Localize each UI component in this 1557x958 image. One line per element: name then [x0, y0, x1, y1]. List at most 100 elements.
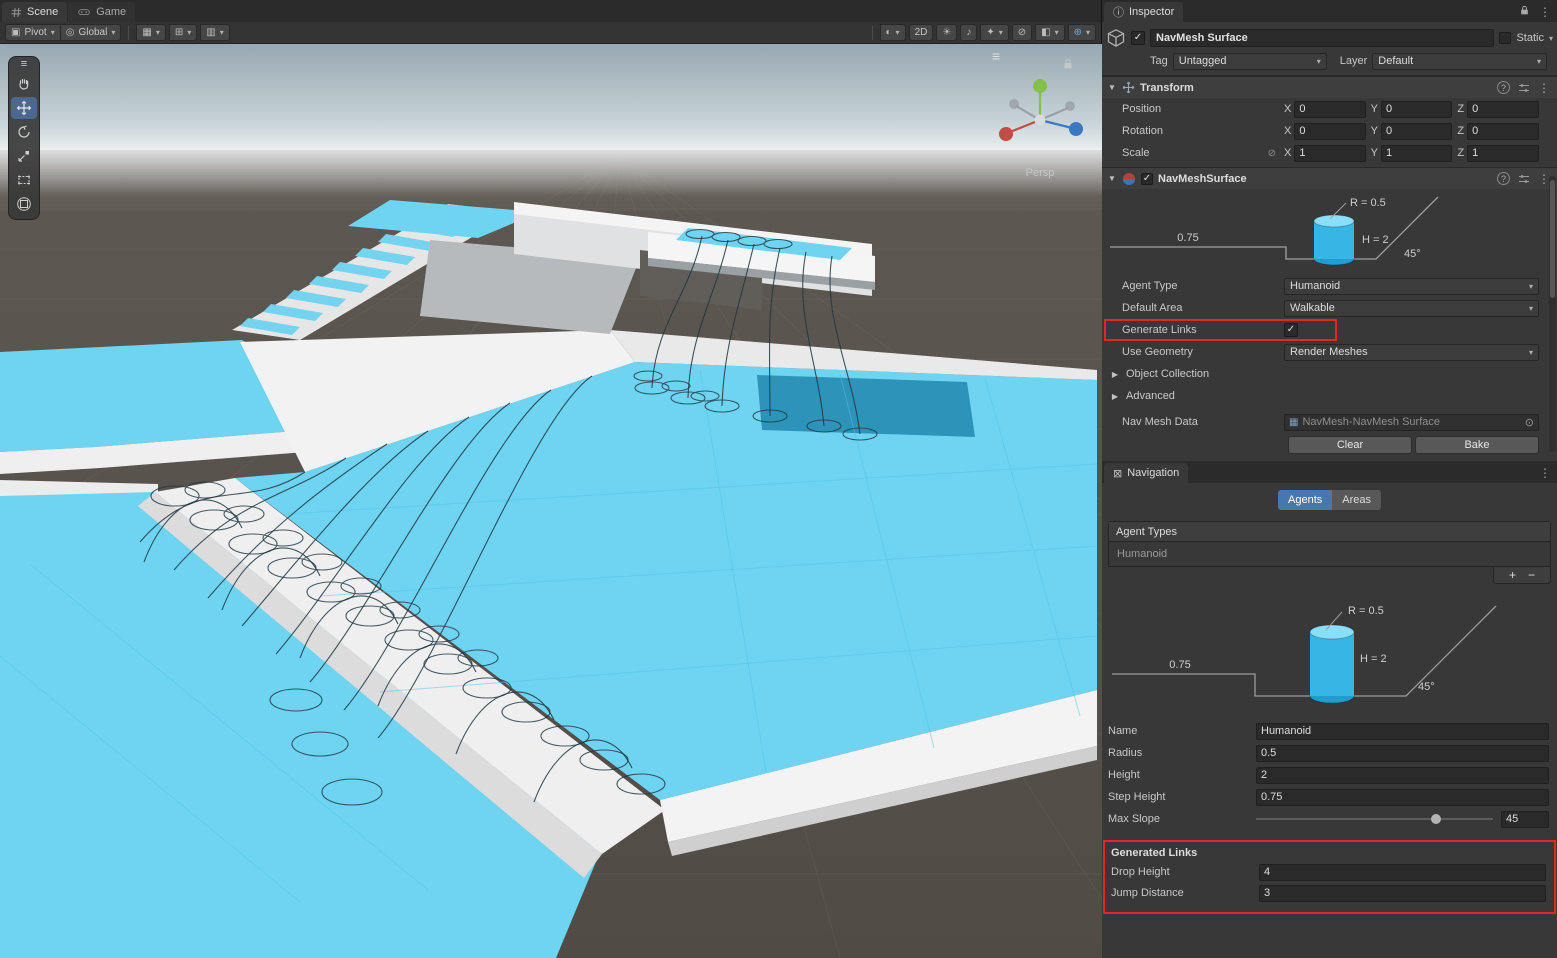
measure-tool-button[interactable]: ▥ ▾ [200, 24, 229, 41]
object-picker-icon[interactable]: ⊙ [1525, 416, 1534, 429]
scene-viewport[interactable]: ≡ ≡ [0, 44, 1102, 958]
toolbar-separator [872, 26, 873, 40]
chevron-down-icon: ▾ [999, 28, 1003, 37]
camera-overlay-button[interactable]: ◧ ▾ [1035, 24, 1064, 41]
position-y-input[interactable] [1381, 101, 1452, 118]
position-z-input[interactable] [1467, 101, 1539, 118]
grid-visibility-button[interactable]: ▦ ▾ [136, 24, 165, 41]
overlay-menu-icon[interactable]: ≡ [21, 59, 27, 72]
foldout-icon[interactable]: ▼ [1107, 174, 1117, 183]
inspector-lock-icon[interactable] [1519, 5, 1530, 19]
layer-dropdown[interactable]: Default ▾ [1372, 53, 1547, 70]
agent-name-input[interactable] [1256, 723, 1549, 740]
hidden-objects-button[interactable]: ⊘ [1012, 24, 1032, 41]
chevron-down-icon: ▾ [1524, 304, 1533, 313]
projection-label[interactable]: Persp [1026, 167, 1055, 179]
height-input[interactable] [1256, 767, 1549, 784]
navigation-menu-kebab-icon[interactable]: ⋮ [1539, 466, 1551, 480]
tag-dropdown[interactable]: Untagged ▾ [1173, 53, 1327, 70]
step-height-input[interactable] [1256, 789, 1549, 806]
scale-z-input[interactable] [1467, 145, 1539, 162]
component-menu-kebab-icon[interactable]: ⋮ [1538, 81, 1550, 95]
remove-agent-button[interactable]: − [1528, 569, 1535, 581]
agent-types-list: Agent Types Humanoid [1108, 521, 1551, 567]
snap-icon: ⊞ [175, 27, 183, 38]
add-agent-button[interactable]: + [1509, 569, 1516, 581]
advanced-foldout[interactable]: ▶ Advanced [1102, 386, 1557, 406]
tab-game[interactable]: Game [68, 2, 135, 22]
areas-tab[interactable]: Areas [1332, 490, 1381, 510]
presets-icon[interactable] [1518, 82, 1530, 94]
help-icon[interactable]: ? [1497, 172, 1510, 185]
scale-x-input[interactable] [1294, 145, 1365, 162]
constrain-proportions-icon[interactable]: ⊘ [1268, 148, 1276, 159]
orientation-gizmo[interactable]: Persp [990, 72, 1090, 184]
handle-orientation-button[interactable]: ◎ Global ▾ [61, 24, 122, 41]
clear-button[interactable]: Clear [1288, 436, 1412, 454]
scene-audio-button[interactable]: ♪ [960, 24, 977, 41]
diagram-height-label: H = 2 [1362, 234, 1389, 246]
inspector-scrollbar[interactable] [1549, 176, 1556, 452]
rotation-z-input[interactable] [1467, 123, 1539, 140]
gizmos-button[interactable]: ⊕ ▾ [1068, 24, 1096, 41]
gamepad-icon [77, 6, 91, 18]
drop-height-input[interactable] [1259, 864, 1546, 881]
help-icon[interactable]: ? [1497, 81, 1510, 94]
default-area-dropdown[interactable]: Walkable ▾ [1284, 300, 1539, 317]
max-slope-slider[interactable] [1256, 812, 1493, 826]
inspector-menu-kebab-icon[interactable]: ⋮ [1539, 5, 1551, 19]
transform-component-header[interactable]: ▼ Transform ? ⋮ [1102, 76, 1557, 98]
agent-type-item-humanoid[interactable]: Humanoid [1109, 542, 1550, 566]
static-flags-dropdown-icon[interactable]: ▾ [1549, 34, 1553, 43]
tool-hand[interactable] [11, 73, 37, 95]
tool-rotate[interactable] [11, 121, 37, 143]
gizmo-y-axis[interactable] [1033, 79, 1047, 93]
scrollbar-thumb[interactable] [1550, 180, 1555, 298]
object-collection-foldout[interactable]: ▶ Object Collection [1102, 364, 1557, 384]
tool-move[interactable] [11, 97, 37, 119]
game-tab-label: Game [96, 6, 126, 18]
rotation-x-input[interactable] [1294, 123, 1365, 140]
gizmo-z-axis[interactable] [1069, 122, 1083, 136]
foldout-icon: ▶ [1110, 370, 1120, 379]
agents-tab[interactable]: Agents [1278, 490, 1332, 510]
toggle-2d-button[interactable]: 2D [909, 24, 934, 41]
tab-inspector[interactable]: ⓘ Inspector [1104, 2, 1183, 22]
default-area-row: Default Area Walkable ▾ [1102, 298, 1557, 318]
tool-scale[interactable] [11, 145, 37, 167]
tool-transform[interactable] [11, 193, 37, 215]
scene-effects-button[interactable]: ✦ ▾ [980, 24, 1008, 41]
rotation-y-input[interactable] [1381, 123, 1452, 140]
nav-mesh-data-field[interactable]: ▦ NavMesh-NavMesh Surface ⊙ [1284, 414, 1539, 431]
static-checkbox[interactable] [1499, 32, 1511, 44]
presets-icon[interactable] [1518, 173, 1530, 185]
scale-y-input[interactable] [1381, 145, 1452, 162]
viewport-menu-icon[interactable]: ≡ [992, 48, 1000, 64]
snap-settings-button[interactable]: ⊞ ▾ [169, 24, 197, 41]
diagram-step-label: 0.75 [1177, 232, 1198, 244]
gizmo-x-axis[interactable] [999, 127, 1013, 141]
jump-distance-input[interactable] [1259, 885, 1546, 902]
radius-input[interactable] [1256, 745, 1549, 762]
gameobject-active-checkbox[interactable]: ✓ [1131, 31, 1145, 45]
generate-links-checkbox[interactable]: ✓ [1284, 323, 1298, 337]
component-enabled-checkbox[interactable]: ✓ [1141, 173, 1153, 185]
position-x-input[interactable] [1294, 101, 1365, 118]
navmeshsurface-component-header[interactable]: ▼ ✓ NavMeshSurface ? ⋮ [1102, 167, 1557, 189]
use-geometry-dropdown[interactable]: Render Meshes ▾ [1284, 344, 1539, 361]
max-slope-slider-handle[interactable] [1431, 814, 1441, 824]
scene-lighting-button[interactable]: ☀ [936, 24, 957, 41]
layer-label: Layer [1340, 55, 1368, 67]
max-slope-input[interactable] [1501, 811, 1549, 828]
tab-scene[interactable]: Scene [2, 2, 67, 22]
foldout-icon[interactable]: ▼ [1107, 83, 1117, 92]
bake-button[interactable]: Bake [1415, 436, 1539, 454]
gameobject-name-field[interactable]: NavMesh Surface [1150, 29, 1494, 47]
shading-mode-button[interactable]: ◐ ▾ [880, 24, 906, 41]
nav-mesh-data-row: Nav Mesh Data ▦ NavMesh-NavMesh Surface … [1102, 412, 1557, 432]
tab-navigation[interactable]: ⊠ Navigation [1104, 463, 1188, 483]
pivot-mode-button[interactable]: ▣ Pivot ▾ [5, 24, 61, 41]
gameobject-cube-icon [1106, 28, 1126, 48]
tool-rect[interactable] [11, 169, 37, 191]
agent-type-dropdown[interactable]: Humanoid ▾ [1284, 278, 1539, 295]
